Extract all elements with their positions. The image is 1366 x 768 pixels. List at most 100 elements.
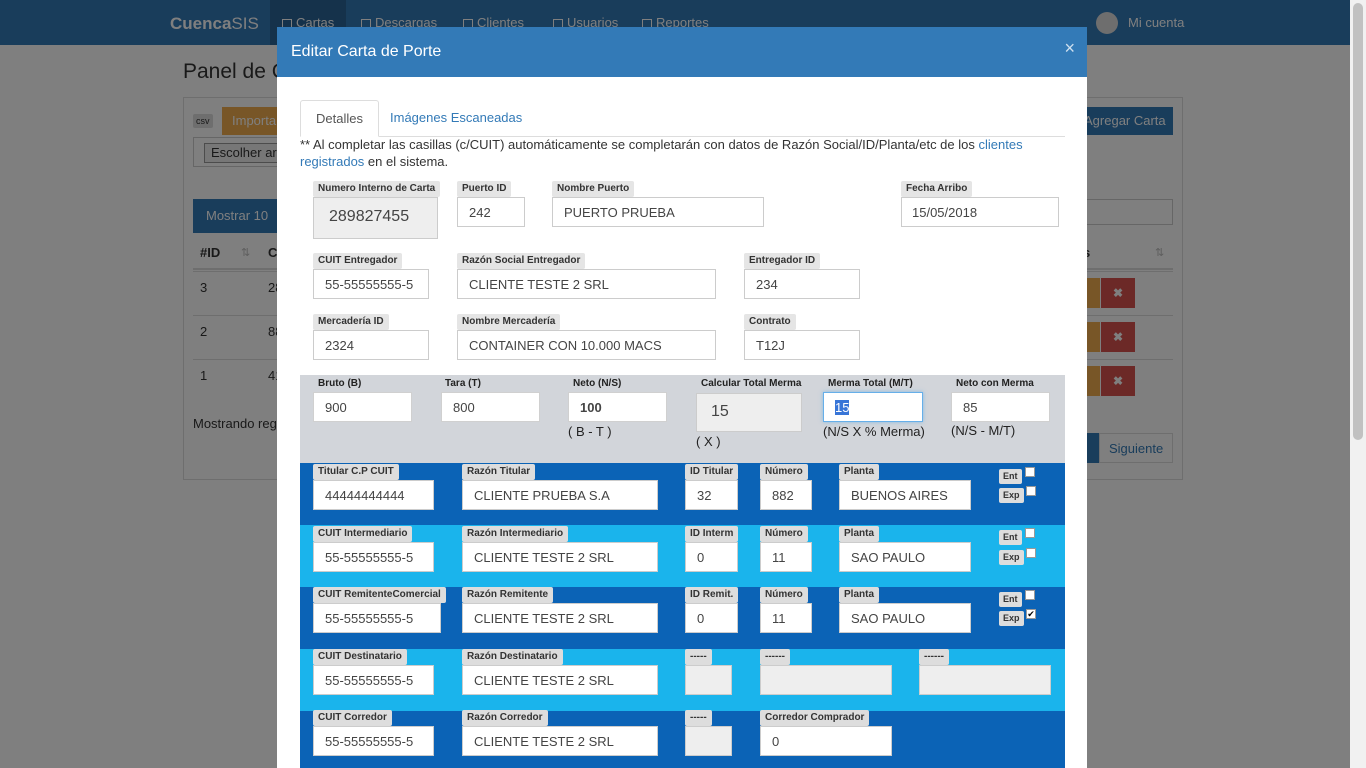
label-calcular-merma: Calcular Total Merma bbox=[701, 378, 802, 389]
label-placeholder: ------ bbox=[919, 649, 949, 665]
label-planta-interm: Planta bbox=[839, 526, 880, 542]
ent-label: Ent bbox=[999, 592, 1022, 607]
label-razon-entregador: Razón Social Entregador bbox=[457, 253, 586, 269]
corredor-comprador-field[interactable]: 0 bbox=[760, 726, 892, 756]
info-text: ** Al completar las casillas (c/CUIT) au… bbox=[300, 137, 1023, 169]
label-cuit-entregador: CUIT Entregador bbox=[313, 253, 403, 269]
ent-checkbox[interactable] bbox=[1025, 590, 1035, 600]
exp-checkbox[interactable] bbox=[1026, 548, 1036, 558]
ent-label: Ent bbox=[999, 469, 1022, 484]
ent-label: Ent bbox=[999, 530, 1022, 545]
razon-entregador-field[interactable]: CLIENTE TESTE 2 SRL bbox=[457, 269, 716, 299]
razon-corredor-field[interactable]: CLIENTE TESTE 2 SRL bbox=[462, 726, 658, 756]
label-numero-interm: Número bbox=[760, 526, 808, 542]
cuit-intermediario-field[interactable]: 55-55555555-5 bbox=[313, 542, 434, 572]
razon-titular-field[interactable]: CLIENTE PRUEBA S.A bbox=[462, 480, 658, 510]
cuit-entregador-field[interactable]: 55-55555555-5 bbox=[313, 269, 429, 299]
label-id-interm: ID Interm bbox=[685, 526, 739, 542]
label-corredor-comprador: Corredor Comprador bbox=[760, 710, 870, 726]
planta-remit-field[interactable]: SAO PAULO bbox=[839, 603, 971, 633]
label-neto: Neto (N/S) bbox=[573, 378, 622, 389]
label-id-remit: ID Remit. bbox=[685, 587, 739, 603]
ent-checkbox[interactable] bbox=[1025, 467, 1035, 477]
titular-cuit-field[interactable]: 44444444444 bbox=[313, 480, 434, 510]
nombre-mercaderia-field[interactable]: CONTAINER CON 10.000 MACS bbox=[457, 330, 716, 360]
nombre-puerto-field[interactable]: PUERTO PRUEBA bbox=[552, 197, 764, 227]
disabled-field bbox=[685, 665, 732, 695]
modal-tabs: Detalles Imágenes Escaneadas bbox=[300, 100, 1065, 137]
label-id-titular: ID Titular bbox=[685, 464, 739, 480]
label-planta-titular: Planta bbox=[839, 464, 880, 480]
label-placeholder: ------ bbox=[760, 649, 790, 665]
neto-formula: ( B - T ) bbox=[568, 424, 612, 439]
label-cuit-intermediario: CUIT Intermediario bbox=[313, 526, 413, 542]
puerto-id-field[interactable]: 242 bbox=[457, 197, 525, 227]
modal-header: Editar Carta de Porte × bbox=[277, 27, 1087, 77]
label-bruto: Bruto (B) bbox=[318, 378, 362, 389]
neto-con-merma-formula: (N/S - M/T) bbox=[951, 423, 1016, 438]
label-tara: Tara (T) bbox=[445, 378, 481, 389]
merma-total-formula: (N/S X % Merma) bbox=[823, 424, 925, 439]
label-placeholder: ----- bbox=[685, 649, 712, 665]
tara-field[interactable]: 800 bbox=[441, 392, 540, 422]
label-cuit-corredor: CUIT Corredor bbox=[313, 710, 392, 726]
label-mercaderia-id: Mercadería ID bbox=[313, 314, 389, 330]
id-titular-field[interactable]: 32 bbox=[685, 480, 738, 510]
mercaderia-id-field[interactable]: 2324 bbox=[313, 330, 429, 360]
disabled-field bbox=[760, 665, 892, 695]
cuit-destinatario-field[interactable]: 55-55555555-5 bbox=[313, 665, 434, 695]
cuit-corredor-field[interactable]: 55-55555555-5 bbox=[313, 726, 434, 756]
neto-con-merma-field[interactable]: 85 bbox=[951, 392, 1050, 422]
planta-titular-field[interactable]: BUENOS AIRES bbox=[839, 480, 971, 510]
label-razon-destinatario: Razón Destinatario bbox=[462, 649, 563, 665]
label-razon-titular: Razón Titular bbox=[462, 464, 536, 480]
contrato-field[interactable]: T12J bbox=[744, 330, 860, 360]
calcular-merma-field[interactable]: 15 bbox=[696, 393, 802, 432]
merma-total-field[interactable]: 15 bbox=[823, 392, 923, 422]
fecha-arribo-field[interactable]: 15/05/2018 bbox=[901, 197, 1059, 227]
label-numero-interno: Numero Interno de Carta bbox=[313, 181, 441, 197]
label-razon-intermediario: Razón Intermediario bbox=[462, 526, 569, 542]
neto-field[interactable]: 100 bbox=[568, 392, 667, 422]
exp-checkbox-checked[interactable]: ✔ bbox=[1026, 609, 1036, 619]
numero-interm-field[interactable]: 11 bbox=[760, 542, 812, 572]
label-neto-con-merma: Neto con Merma bbox=[956, 378, 1034, 389]
entregador-id-field[interactable]: 234 bbox=[744, 269, 860, 299]
label-numero-remit: Número bbox=[760, 587, 808, 603]
label-planta-remit: Planta bbox=[839, 587, 880, 603]
exp-checkbox[interactable] bbox=[1026, 486, 1036, 496]
numero-interno-field[interactable]: 289827455 bbox=[313, 197, 438, 239]
label-merma-total: Merma Total (M/T) bbox=[828, 378, 913, 389]
label-fecha-arribo: Fecha Arribo bbox=[901, 181, 973, 197]
label-nombre-puerto: Nombre Puerto bbox=[552, 181, 635, 197]
label-razon-corredor: Razón Corredor bbox=[462, 710, 548, 726]
disabled-field bbox=[685, 726, 732, 756]
cuit-remitente-field[interactable]: 55-55555555-5 bbox=[313, 603, 441, 633]
exp-label: Exp bbox=[999, 611, 1024, 626]
numero-remit-field[interactable]: 11 bbox=[760, 603, 812, 633]
ent-checkbox[interactable] bbox=[1025, 528, 1035, 538]
label-cuit-remitente: CUIT RemitenteComercial bbox=[313, 587, 446, 603]
id-remit-field[interactable]: 0 bbox=[685, 603, 738, 633]
label-entregador-id: Entregador ID bbox=[744, 253, 821, 269]
razon-destinatario-field[interactable]: CLIENTE TESTE 2 SRL bbox=[462, 665, 658, 695]
id-interm-field[interactable]: 0 bbox=[685, 542, 738, 572]
scrollbar-thumb[interactable] bbox=[1353, 3, 1363, 440]
label-razon-remitente: Razón Remitente bbox=[462, 587, 554, 603]
bruto-field[interactable]: 900 bbox=[313, 392, 412, 422]
close-icon[interactable]: × bbox=[1064, 38, 1075, 59]
razon-intermediario-field[interactable]: CLIENTE TESTE 2 SRL bbox=[462, 542, 658, 572]
tab-imagenes-escaneadas[interactable]: Imágenes Escaneadas bbox=[375, 100, 537, 137]
razon-remitente-field[interactable]: CLIENTE TESTE 2 SRL bbox=[462, 603, 658, 633]
modal-title: Editar Carta de Porte bbox=[291, 43, 442, 60]
numero-titular-field[interactable]: 882 bbox=[760, 480, 812, 510]
label-numero-titular: Número bbox=[760, 464, 808, 480]
label-titular-cuit: Titular C.P CUIT bbox=[313, 464, 399, 480]
exp-label: Exp bbox=[999, 550, 1024, 565]
planta-interm-field[interactable]: SAO PAULO bbox=[839, 542, 971, 572]
label-contrato: Contrato bbox=[744, 314, 796, 330]
label-nombre-mercaderia: Nombre Mercadería bbox=[457, 314, 561, 330]
tab-detalles[interactable]: Detalles bbox=[300, 100, 379, 137]
label-placeholder: ----- bbox=[685, 710, 712, 726]
disabled-field bbox=[919, 665, 1051, 695]
